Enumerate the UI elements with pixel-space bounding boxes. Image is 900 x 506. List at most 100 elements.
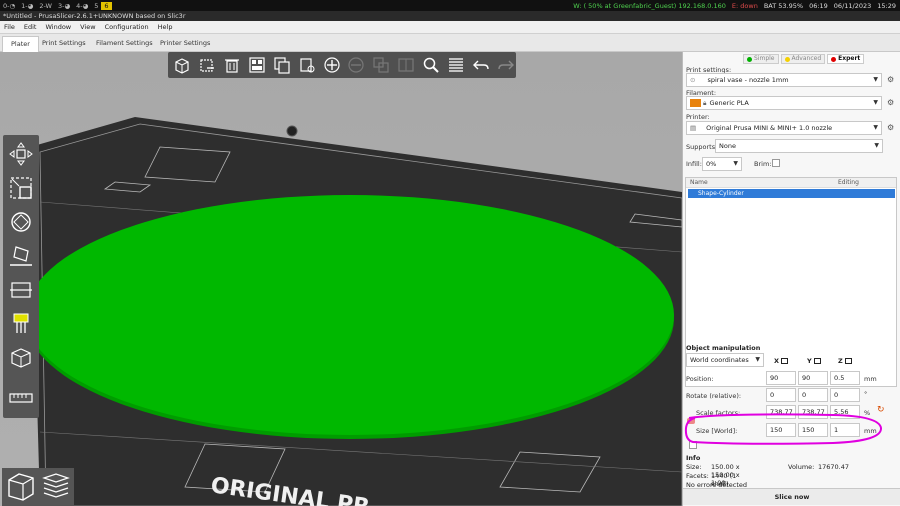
hand-drawn-annotation xyxy=(684,413,882,445)
undo-icon[interactable] xyxy=(470,55,491,76)
mode-simple-label: Simple xyxy=(754,55,775,62)
delete-all-icon[interactable] xyxy=(222,55,243,76)
supports-combo[interactable]: None ▼ xyxy=(715,139,883,153)
layers-icon[interactable] xyxy=(445,55,466,76)
print-settings-gear-icon[interactable]: ⚙ xyxy=(887,75,894,84)
delete-icon[interactable] xyxy=(197,55,218,76)
column-name[interactable]: Name xyxy=(690,179,708,186)
axis-y-label: Y xyxy=(807,357,821,365)
paste-icon[interactable] xyxy=(296,55,317,76)
mode-switcher: Simple Advanced Expert xyxy=(743,54,865,64)
3d-view-icon[interactable] xyxy=(5,470,37,504)
column-editing[interactable]: Editing xyxy=(838,179,859,186)
tab-filament-settings[interactable]: Filament Settings xyxy=(88,36,161,52)
brim-checkbox[interactable] xyxy=(772,159,780,167)
tab-print-settings[interactable]: Print Settings xyxy=(34,36,94,52)
preview-view-icon[interactable] xyxy=(40,470,72,504)
print-settings-value: spiral vase - nozzle 1mm xyxy=(707,76,789,84)
info-size-row: Size: 150.00 x 150.00 x 1.00 Volume: 176… xyxy=(686,463,849,487)
supports-label: Supports: xyxy=(686,143,718,151)
filament-color-swatch xyxy=(690,99,701,107)
mode-expert-button[interactable]: Expert xyxy=(827,54,865,64)
add-icon[interactable] xyxy=(172,55,193,76)
add-instance-icon[interactable] xyxy=(321,55,342,76)
paint-supports-icon[interactable] xyxy=(6,309,36,339)
view-switcher xyxy=(2,468,74,506)
redo-icon[interactable] xyxy=(495,55,516,76)
split-parts-icon[interactable] xyxy=(396,55,417,76)
position-z-field[interactable]: 0.5 xyxy=(830,371,860,385)
position-unit: mm xyxy=(864,375,877,383)
workspace-5[interactable]: 5 xyxy=(91,2,101,10)
chevron-down-icon: ▼ xyxy=(873,99,878,106)
workspace-0[interactable]: 0-◔ xyxy=(0,2,18,10)
ethernet-status: E: down xyxy=(731,1,758,10)
rotate-z-field[interactable]: 0 xyxy=(830,388,860,402)
info-panel: Info Size: 150.00 x 150.00 x 1.00 Volume… xyxy=(686,454,849,489)
printer-gear-icon[interactable]: ⚙ xyxy=(887,123,894,132)
axis-z-icon xyxy=(844,358,852,364)
info-title: Info xyxy=(686,454,701,462)
print-settings-combo[interactable]: ⊙ spiral vase - nozzle 1mm ▼ xyxy=(686,73,882,87)
remove-instance-icon[interactable] xyxy=(346,55,367,76)
printer-combo[interactable]: ▤ Original Prusa MINI & MINI+ 1.0 nozzle… xyxy=(686,121,882,135)
rotate-unit: ° xyxy=(864,390,868,398)
cylinder-object[interactable] xyxy=(26,195,674,435)
slice-now-button[interactable]: Slice now xyxy=(683,488,900,505)
info-volume-label: Volume: xyxy=(788,463,815,471)
rotate-y-field[interactable]: 0 xyxy=(798,388,828,402)
tab-bar: Plater Print Settings Filament Settings … xyxy=(0,34,900,52)
3d-viewport[interactable]: ORIGINAL PR xyxy=(0,52,682,506)
position-y-field[interactable]: 90 xyxy=(798,371,828,385)
tab-printer-settings[interactable]: Printer Settings xyxy=(152,36,218,52)
split-objects-icon[interactable] xyxy=(371,55,392,76)
time-left: 06:19 xyxy=(809,1,828,10)
workspace-3[interactable]: 3-◕ xyxy=(55,2,73,10)
expert-dot-icon xyxy=(831,56,837,62)
axis-y-text: Y xyxy=(807,357,812,365)
settings-sidebar: Simple Advanced Expert Print settings: ⊙… xyxy=(682,52,900,506)
object-manipulation-title: Object manipulation xyxy=(686,344,761,352)
search-icon[interactable] xyxy=(421,55,442,76)
printer-icon: ▤ xyxy=(690,124,697,132)
filament-combo[interactable]: 🔒︎ Generic PLA ▼ xyxy=(686,96,882,110)
menu-bar: File Edit Window View Configuration Help xyxy=(0,21,900,34)
chevron-down-icon: ▼ xyxy=(873,124,878,131)
cut-icon[interactable] xyxy=(6,275,36,305)
workspace-1[interactable]: 1-◕ xyxy=(18,2,36,10)
menu-edit[interactable]: Edit xyxy=(24,23,37,31)
menu-file[interactable]: File xyxy=(4,23,15,31)
place-on-face-icon[interactable] xyxy=(6,241,36,271)
chevron-down-icon: ▼ xyxy=(874,142,879,149)
workspace-4[interactable]: 4-◕ xyxy=(73,2,91,10)
mode-advanced-button[interactable]: Advanced xyxy=(780,54,826,64)
object-row[interactable]: Shape-Cylinder xyxy=(688,189,895,198)
workspace-2[interactable]: 2-W xyxy=(36,2,55,10)
menu-window[interactable]: Window xyxy=(45,23,71,31)
object-list-header: Name Editing xyxy=(686,178,896,188)
scene-canvas[interactable]: ORIGINAL PR xyxy=(0,52,682,506)
menu-help[interactable]: Help xyxy=(158,23,173,31)
mode-simple-button[interactable]: Simple xyxy=(743,54,779,64)
axis-y-icon xyxy=(813,358,821,364)
filament-gear-icon[interactable]: ⚙ xyxy=(887,98,894,107)
date: 06/11/2023 xyxy=(833,1,872,10)
scale-icon[interactable] xyxy=(6,173,36,203)
menu-view[interactable]: View xyxy=(80,23,95,31)
copy-icon[interactable] xyxy=(271,55,292,76)
measure-icon[interactable] xyxy=(6,383,36,413)
position-x-field[interactable]: 90 xyxy=(766,371,796,385)
chevron-down-icon: ▼ xyxy=(873,76,878,83)
coordinates-combo[interactable]: World coordinates ▼ xyxy=(686,353,764,367)
rotate-icon[interactable] xyxy=(6,207,36,237)
paint-seam-icon[interactable] xyxy=(6,343,36,373)
bed-bolt xyxy=(286,125,298,137)
move-icon[interactable] xyxy=(6,139,36,169)
menu-configuration[interactable]: Configuration xyxy=(105,23,149,31)
axis-z-label: Z xyxy=(838,357,852,365)
main-toolbar xyxy=(168,52,516,78)
workspace-6[interactable]: 6 xyxy=(101,1,112,10)
rotate-x-field[interactable]: 0 xyxy=(766,388,796,402)
arrange-icon[interactable] xyxy=(247,55,268,76)
infill-combo[interactable]: 0% ▼ xyxy=(702,157,742,171)
